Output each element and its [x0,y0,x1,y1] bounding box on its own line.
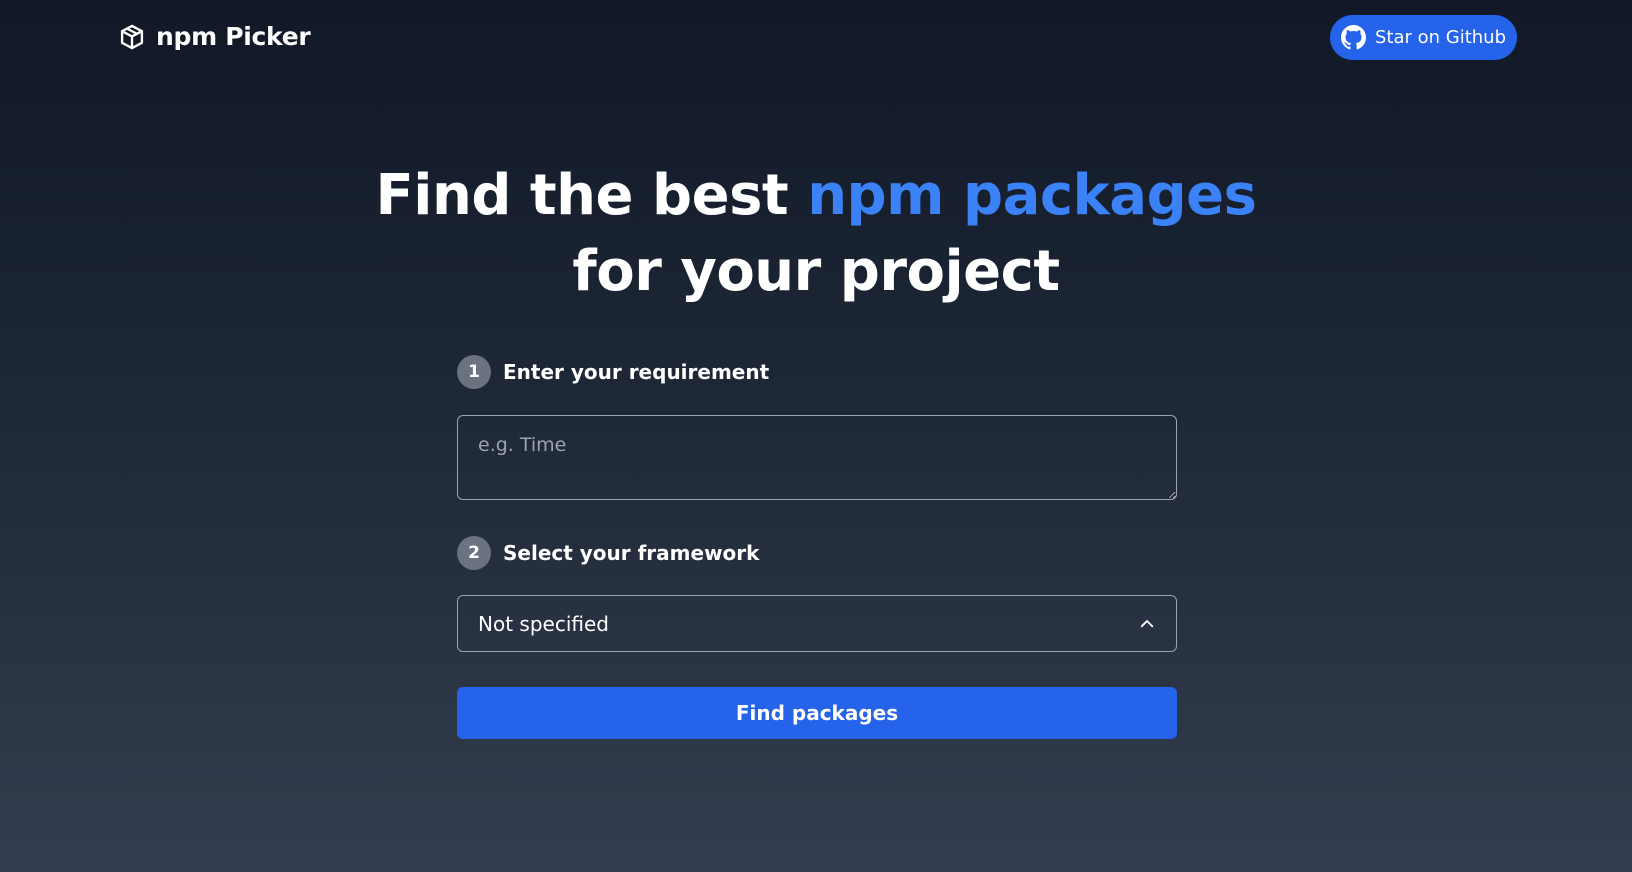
title-prefix: Find the best [375,163,789,228]
step-number-badge: 2 [457,536,491,570]
step-label: Enter your requirement [503,360,770,384]
brand[interactable]: npm Picker [118,22,311,51]
step-framework: 2 Select your framework [457,536,1177,570]
framework-selected-value: Not specified [478,611,609,636]
title-line-1: Find the best npm packages [375,163,1258,228]
brand-name: npm Picker [156,22,311,51]
title-line-2: for your project [572,239,1060,304]
github-icon [1340,25,1366,50]
title-accent: npm packages [807,163,1257,228]
star-on-github-button[interactable]: Star on Github [1330,15,1517,60]
step-requirement: 1 Enter your requirement [457,355,1177,389]
package-cube-icon [118,23,146,51]
chevron-up-icon [1138,615,1156,633]
page-title: Find the best npm packages for your proj… [0,158,1632,310]
top-navbar: npm Picker Star on Github [0,0,1632,78]
find-packages-button[interactable]: Find packages [457,687,1177,739]
step-number-badge: 1 [457,355,491,389]
framework-select[interactable]: Not specified [457,595,1177,652]
requirement-input[interactable] [457,415,1177,500]
step-label: Select your framework [503,541,760,565]
star-button-label: Star on Github [1374,27,1507,48]
search-form: 1 Enter your requirement 2 Select your f… [457,355,1177,739]
